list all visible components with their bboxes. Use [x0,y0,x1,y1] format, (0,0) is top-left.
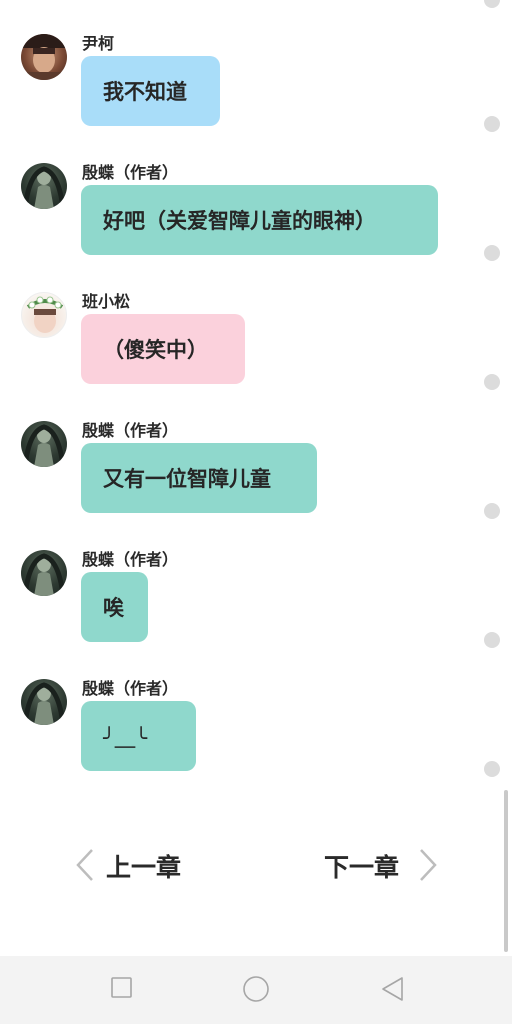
sender-name: 殷蝶（作者） [82,679,179,698]
sender-name: 殷蝶（作者） [82,550,179,569]
avatar-yin-ke[interactable] [21,34,67,80]
message-bubble[interactable]: （傻笑中） [81,314,245,384]
chapter-navigation: 上一章 下一章 [0,840,512,892]
message-bubble[interactable]: ╯＿╰ [81,701,196,771]
prev-chapter-button[interactable]: 上一章 [106,848,181,884]
circle-icon[interactable] [242,975,270,1003]
back-triangle-icon[interactable] [380,976,406,1002]
avatar-author[interactable] [21,679,67,725]
message-bubble[interactable]: 唉 [81,572,148,642]
avatar-ban-xiaosong[interactable] [21,292,67,338]
timeline-dot [484,374,500,390]
timeline-dot [484,116,500,132]
timeline-dot [484,245,500,261]
avatar-author[interactable] [21,163,67,209]
message-bubble[interactable]: 又有一位智障儿童 [81,443,317,513]
message-bubble[interactable]: 好吧（关爱智障儿童的眼神） [81,185,438,255]
sender-name: 殷蝶（作者） [82,163,179,182]
sender-name: 班小松 [82,292,131,311]
message-bubble[interactable]: 我不知道 [81,56,220,126]
square-icon[interactable] [110,976,134,1000]
sender-name: 尹柯 [82,34,115,53]
timeline-dot [484,0,500,8]
timeline-dot [484,761,500,777]
avatar-author[interactable] [21,421,67,467]
timeline-dot [484,503,500,519]
chat-story-screen: 尹柯 我不知道 殷蝶（作者） 好吧（关爱智障儿童的眼神） 班小松 （傻笑中） 殷… [0,0,512,1024]
avatar-author[interactable] [21,550,67,596]
system-navigation-bar [0,956,512,1024]
timeline-dot [484,632,500,648]
sender-name: 殷蝶（作者） [82,421,179,440]
chevron-left-icon[interactable] [74,848,96,882]
next-chapter-button[interactable]: 下一章 [324,848,399,884]
chevron-right-icon[interactable] [417,848,439,882]
